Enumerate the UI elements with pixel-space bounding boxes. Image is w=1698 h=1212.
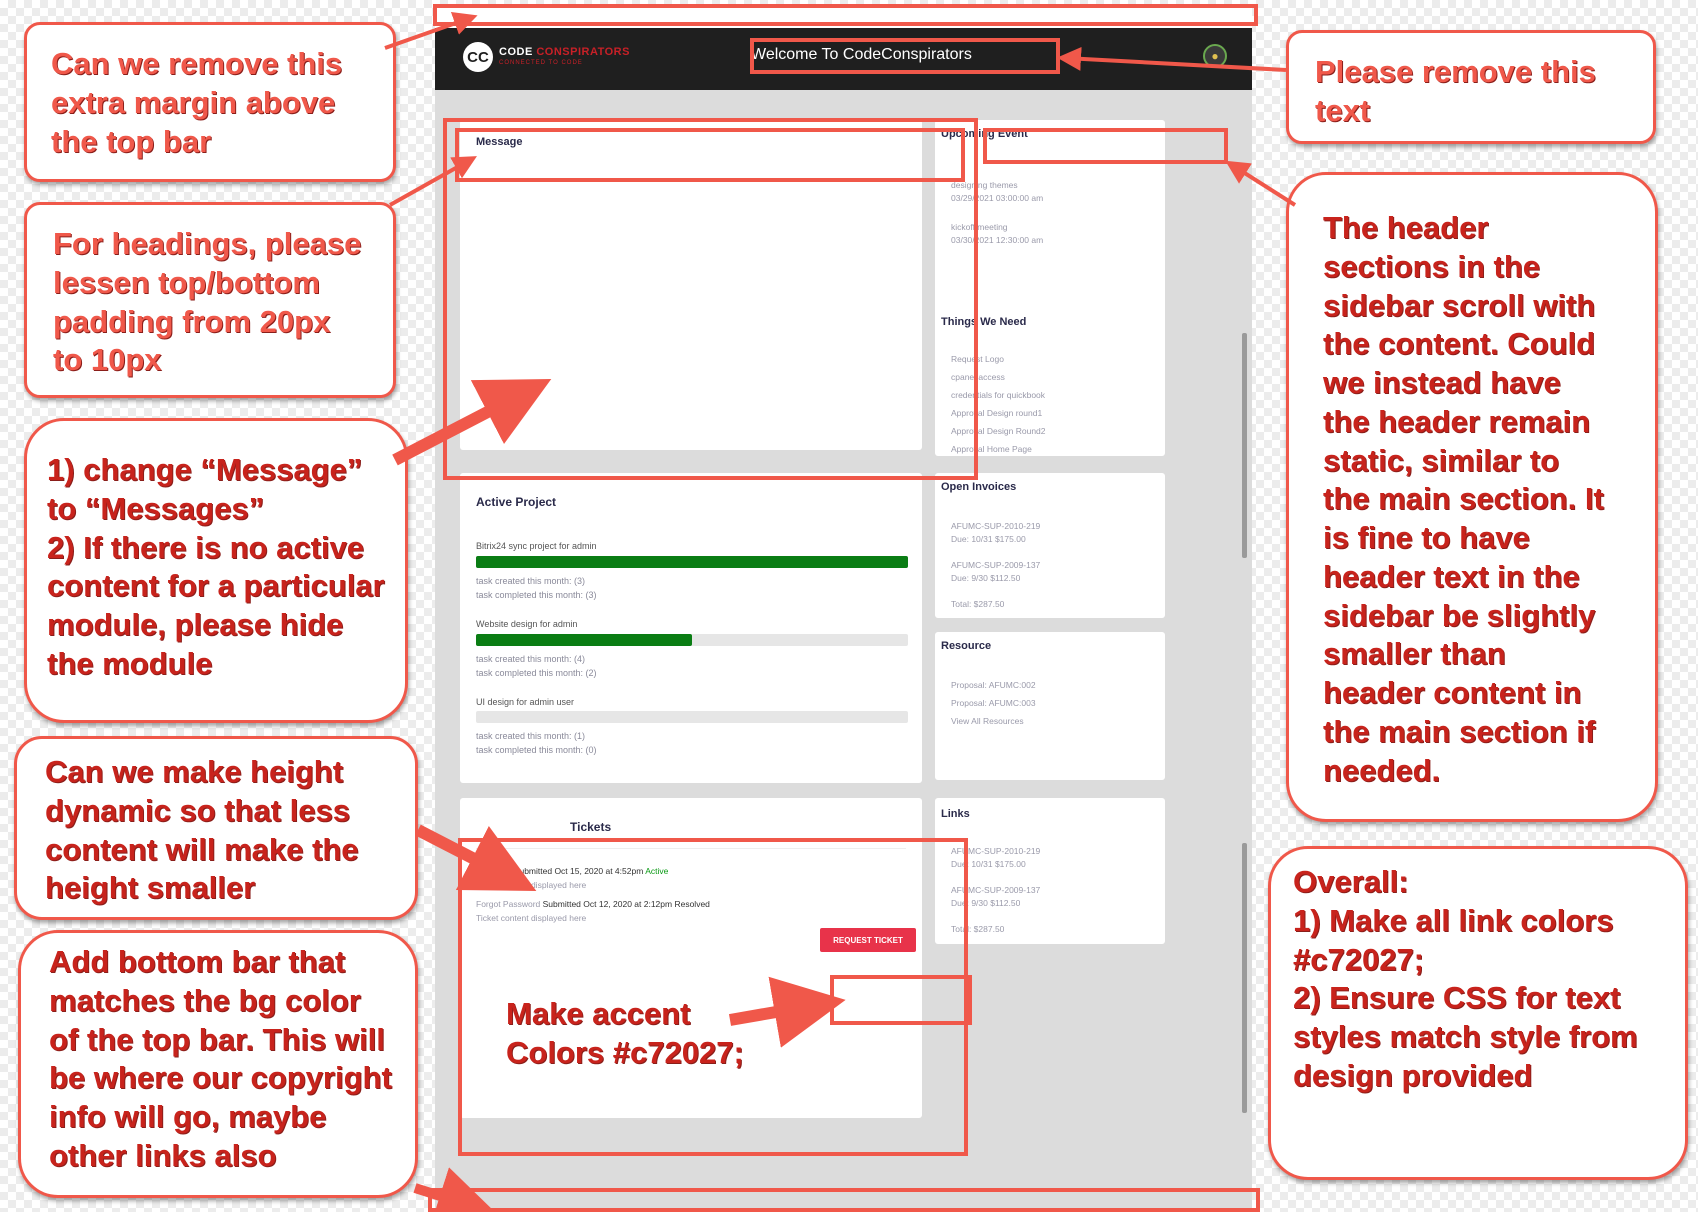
- arrow-headings: [389, 156, 477, 207]
- arrow-accent: [728, 976, 846, 1048]
- arrow-remove-text: [1057, 46, 1287, 72]
- arrow-top-margin: [384, 12, 478, 50]
- arrow-message: [392, 378, 552, 466]
- arrow-height: [415, 824, 537, 891]
- arrow-sidebar: [1225, 160, 1297, 207]
- annotation-arrows: [384, 12, 1297, 1212]
- arrow-bottom-bar: [413, 1167, 498, 1212]
